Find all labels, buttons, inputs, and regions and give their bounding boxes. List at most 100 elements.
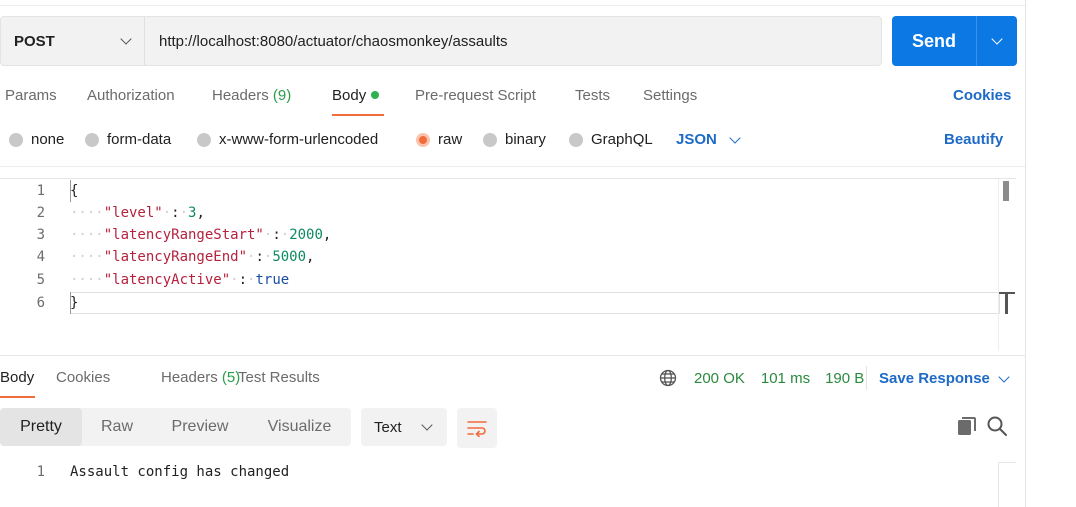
tab-tests[interactable]: Tests <box>575 87 610 104</box>
globe-icon[interactable] <box>659 369 677 387</box>
radio-circle <box>9 132 23 147</box>
request-bar: POST http://localhost:8080/actuator/chao… <box>0 16 882 66</box>
tab-label: Authorization <box>87 87 175 104</box>
tab-test-results[interactable]: Test Results <box>238 369 320 386</box>
line-code: ····"latencyActive"·:·true <box>70 272 290 288</box>
send-button-group: Send <box>892 16 1017 66</box>
divider <box>866 366 867 390</box>
divider <box>0 166 1025 167</box>
response-format-label: Text <box>374 418 402 436</box>
tab-authorization[interactable]: Authorization <box>87 87 175 104</box>
tab-response-cookies[interactable]: Cookies <box>56 369 110 386</box>
body-indicator-dot <box>371 91 380 99</box>
tab-label: Headers <box>212 87 269 104</box>
tab-headers[interactable]: Headers (9) <box>212 87 291 104</box>
line-number: 1 <box>36 464 45 480</box>
view-pretty-button[interactable]: Pretty <box>0 408 82 446</box>
tab-label: Params <box>5 87 57 104</box>
save-response-label: Save Response <box>879 370 990 387</box>
chevron-down-icon <box>421 419 433 431</box>
tab-body[interactable]: Body <box>332 87 380 104</box>
save-response-button[interactable]: Save Response <box>879 370 1010 387</box>
response-size[interactable]: 190 B <box>825 370 864 387</box>
view-visualize-button[interactable]: Visualize <box>248 408 351 446</box>
scrollbar-cursor-marker <box>999 292 1015 314</box>
body-format-label: JSON <box>676 131 717 148</box>
editor-line: 3 ····"latencyRangeStart"·:·2000, <box>0 224 1000 246</box>
wrap-lines-button[interactable] <box>457 408 497 448</box>
tab-label: Test Results <box>238 369 320 386</box>
status-code[interactable]: 200 OK <box>694 370 745 387</box>
radio-form-data[interactable]: form-data <box>85 131 171 148</box>
tab-response-body[interactable]: Body <box>0 369 34 386</box>
body-type-row: none form-data x-www-form-urlencoded raw… <box>0 131 1025 151</box>
tab-pre-request-script[interactable]: Pre-request Script <box>415 87 536 104</box>
json-key: "level" <box>103 205 163 221</box>
editor-line: 5 ····"latencyActive"·:·true <box>0 269 1000 291</box>
line-number: 5 <box>36 272 45 288</box>
line-number: 6 <box>36 295 45 311</box>
response-time[interactable]: 101 ms <box>761 370 810 387</box>
radio-label: none <box>31 131 65 148</box>
beautify-link[interactable]: Beautify <box>944 131 1003 148</box>
tab-params[interactable]: Params <box>5 87 57 104</box>
radio-binary[interactable]: binary <box>483 131 546 148</box>
tab-label: Body <box>0 369 35 386</box>
line-number: 4 <box>36 249 45 265</box>
radio-circle <box>197 132 211 147</box>
radio-circle-selected <box>416 132 430 147</box>
response-format-select[interactable]: Text <box>361 408 447 446</box>
line-number: 2 <box>36 205 45 221</box>
send-button[interactable]: Send <box>892 31 976 52</box>
line-code: { <box>70 183 79 199</box>
send-options-button[interactable] <box>977 33 1017 45</box>
tab-label: Body <box>332 87 367 104</box>
radio-graphql[interactable]: GraphQL <box>569 131 653 148</box>
response-scrollbar[interactable] <box>998 462 1016 507</box>
top-divider <box>0 5 1025 6</box>
cookies-link[interactable]: Cookies <box>953 87 1011 104</box>
editor-line: 4 ····"latencyRangeEnd"·:·5000, <box>0 246 1000 268</box>
tab-label: Cookies <box>56 369 111 386</box>
line-code: } <box>70 295 79 311</box>
tab-label: Headers <box>161 369 218 386</box>
chevron-down-icon <box>120 33 132 45</box>
radio-circle <box>85 132 99 147</box>
divider <box>0 355 1025 356</box>
tab-settings[interactable]: Settings <box>643 87 697 104</box>
line-number: 1 <box>36 183 45 199</box>
line-code: ····"latencyRangeStart"·:·2000, <box>70 227 332 243</box>
radio-raw[interactable]: raw <box>416 131 462 148</box>
radio-label: GraphQL <box>591 131 653 148</box>
radio-label: x-www-form-urlencoded <box>219 131 379 148</box>
response-view-modes: Pretty Raw Preview Visualize <box>0 408 351 446</box>
editor-line: 2 ····"level"·:·3, <box>0 202 1000 224</box>
method-select[interactable]: POST <box>1 17 145 65</box>
radio-x-www-form-urlencoded[interactable]: x-www-form-urlencoded <box>197 131 378 148</box>
tab-label: Tests <box>575 87 611 104</box>
request-body-editor[interactable]: 1 { 2 ····"level"·:·3, 3 ····"latencyRan… <box>0 178 1016 351</box>
headers-count: (9) <box>272 87 292 104</box>
radio-label: form-data <box>107 131 172 148</box>
url-input[interactable]: http://localhost:8080/actuator/chaosmonk… <box>145 33 508 50</box>
radio-label: binary <box>505 131 546 148</box>
json-comma: , <box>196 205 205 221</box>
copy-icon[interactable] <box>956 415 978 437</box>
search-icon[interactable] <box>986 415 1008 437</box>
view-preview-button[interactable]: Preview <box>152 408 248 446</box>
view-raw-button[interactable]: Raw <box>82 408 152 446</box>
method-label: POST <box>14 32 55 50</box>
json-comma: , <box>322 227 332 243</box>
radio-circle <box>569 132 583 147</box>
body-format-select[interactable]: JSON <box>676 131 741 148</box>
json-key: "latencyRangeStart" <box>103 227 264 243</box>
radio-label: raw <box>438 131 463 148</box>
radio-none[interactable]: none <box>9 131 64 148</box>
active-tab-underline <box>332 114 384 116</box>
tab-response-headers[interactable]: Headers (5) <box>161 369 240 386</box>
response-body-text[interactable]: Assault config has changed <box>70 461 289 483</box>
response-status-bar: 200 OK 101 ms 190 B <box>659 369 864 387</box>
scrollbar-thumb[interactable] <box>1003 181 1009 201</box>
editor-scrollbar[interactable] <box>998 179 1015 351</box>
json-comma: , <box>306 249 315 265</box>
